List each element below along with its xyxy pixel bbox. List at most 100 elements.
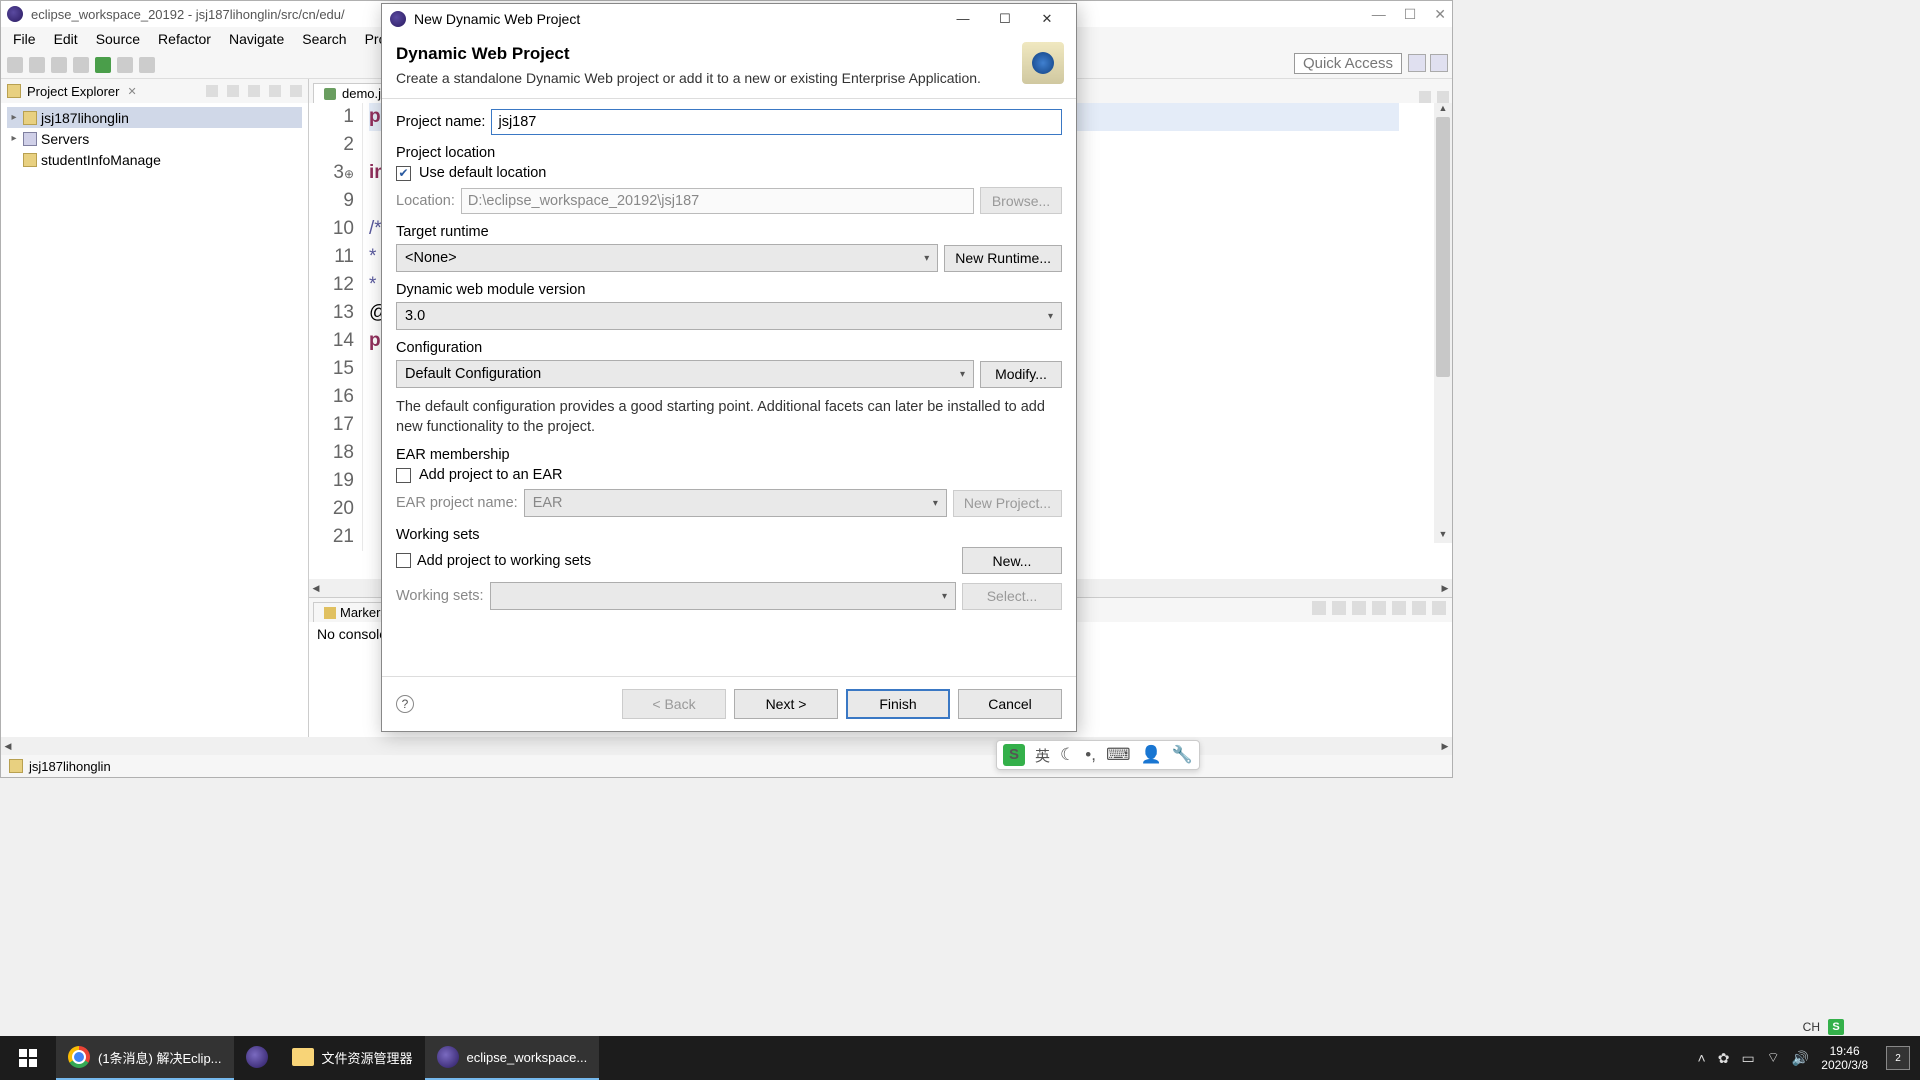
ime-toolbar[interactable]: S 英 ☾ •, ⌨ 👤 🔧 — [996, 740, 1200, 770]
tree-item-studentinfomanage[interactable]: studentInfoManage — [7, 149, 302, 170]
console-clear-icon[interactable] — [1352, 601, 1366, 615]
menu-navigate[interactable]: Navigate — [221, 29, 292, 49]
expander-icon[interactable]: ▸ — [9, 133, 19, 144]
language-indicator[interactable]: CH S — [1797, 1018, 1850, 1036]
taskbar-eclipse-running[interactable]: eclipse_workspace... — [425, 1036, 600, 1080]
use-default-location-label: Use default location — [419, 165, 546, 181]
ime-language-toggle[interactable]: 英 — [1035, 745, 1050, 766]
menu-file[interactable]: File — [5, 29, 44, 49]
view-menu-icon[interactable] — [248, 85, 260, 97]
new-runtime-button[interactable]: New Runtime... — [944, 245, 1062, 272]
dialog-close-button[interactable]: ✕ — [1026, 11, 1068, 27]
dynamic-module-select[interactable]: 3.0 ▾ — [396, 302, 1062, 330]
ear-membership-label: EAR membership — [396, 447, 1062, 463]
console-menu-icon[interactable] — [1392, 601, 1406, 615]
menu-search[interactable]: Search — [294, 29, 354, 49]
new-working-set-button[interactable]: New... — [962, 547, 1062, 574]
scroll-left-icon[interactable]: ◀ — [1, 741, 15, 752]
taskbar-chrome[interactable]: (1条消息) 解决Eclip... — [56, 1036, 234, 1080]
minimize-bottom-icon[interactable] — [1412, 601, 1426, 615]
expander-icon[interactable]: ▸ — [9, 112, 19, 123]
next-button[interactable]: Next > — [734, 689, 838, 719]
editor-vertical-scrollbar[interactable]: ▲ ▼ — [1434, 103, 1452, 543]
maximize-view-icon[interactable] — [290, 85, 302, 97]
dialog-maximize-button[interactable]: ☐ — [984, 11, 1026, 27]
configuration-select[interactable]: Default Configuration ▾ — [396, 360, 974, 388]
ime-settings-icon[interactable]: 🔧 — [1172, 745, 1193, 765]
use-default-location-checkbox[interactable]: ✔ Use default location — [396, 165, 1062, 181]
tray-wifi-icon[interactable]: ⌔ — [1767, 1049, 1780, 1067]
tray-app-icon[interactable]: ✿ — [1718, 1050, 1730, 1067]
taskbar-eclipse-pinned[interactable] — [234, 1036, 280, 1080]
ime-punct-icon[interactable]: •, — [1085, 745, 1096, 765]
scroll-up-icon[interactable]: ▲ — [1434, 103, 1452, 117]
tray-volume-icon[interactable]: 🔊 — [1792, 1050, 1809, 1067]
eclipse-close-button[interactable]: ✕ — [1434, 6, 1446, 23]
dialog-titlebar[interactable]: New Dynamic Web Project — ☐ ✕ — [382, 4, 1076, 34]
add-to-working-sets-checkbox[interactable] — [396, 553, 411, 568]
console-open-icon[interactable] — [1372, 601, 1386, 615]
ime-moon-icon[interactable]: ☾ — [1060, 745, 1075, 765]
tree-item-jsj187lihonglin[interactable]: ▸ jsj187lihonglin — [7, 107, 302, 128]
collapse-all-icon[interactable] — [206, 85, 218, 97]
toolbar-new-icon[interactable] — [7, 57, 23, 73]
fold-expand-icon[interactable]: ⊕ — [344, 167, 354, 181]
cancel-button[interactable]: Cancel — [958, 689, 1062, 719]
toolbar-run-icon[interactable] — [95, 57, 111, 73]
sogou-tray-icon[interactable]: S — [1828, 1019, 1844, 1035]
toolbar-debug-icon[interactable] — [73, 57, 89, 73]
eclipse-minimize-button[interactable]: — — [1372, 6, 1386, 23]
dialog-minimize-button[interactable]: — — [942, 11, 984, 27]
dropdown-icon: ▾ — [924, 253, 929, 264]
target-runtime-select[interactable]: <None> ▾ — [396, 244, 938, 272]
minimize-editor-icon[interactable] — [1419, 91, 1431, 103]
toolbar-stop-icon[interactable] — [117, 57, 133, 73]
toolbar-saveall-icon[interactable] — [51, 57, 67, 73]
perspective-javaee-icon[interactable] — [1408, 54, 1426, 72]
scroll-right-icon[interactable]: ▶ — [1438, 583, 1452, 594]
maximize-bottom-icon[interactable] — [1432, 601, 1446, 615]
link-editor-icon[interactable] — [227, 85, 239, 97]
console-pin-icon[interactable] — [1312, 601, 1326, 615]
maximize-editor-icon[interactable] — [1437, 91, 1449, 103]
scroll-down-icon[interactable]: ▼ — [1434, 529, 1452, 543]
checkbox-checked-icon[interactable]: ✔ — [396, 166, 411, 181]
window-horizontal-scrollbar[interactable]: ◀ ▶ — [1, 737, 1452, 755]
dropdown-icon: ▾ — [1048, 311, 1053, 322]
minimize-view-icon[interactable] — [269, 85, 281, 97]
perspective-other-icon[interactable] — [1430, 54, 1448, 72]
tray-chevron-icon[interactable]: ˄ — [1698, 1050, 1706, 1066]
finish-button[interactable]: Finish — [846, 689, 950, 719]
menu-source[interactable]: Source — [88, 29, 148, 49]
ime-account-icon[interactable]: 👤 — [1141, 745, 1162, 765]
menu-refactor[interactable]: Refactor — [150, 29, 219, 49]
menu-edit[interactable]: Edit — [46, 29, 86, 49]
console-display-icon[interactable] — [1332, 601, 1346, 615]
toolbar-generic-icon[interactable] — [139, 57, 155, 73]
dialog-window-title: New Dynamic Web Project — [414, 11, 580, 27]
scrollbar-thumb[interactable] — [1436, 117, 1450, 377]
checkbox-unchecked-icon[interactable] — [396, 468, 411, 483]
notification-count: 2 — [1895, 1053, 1901, 1064]
project-explorer-title: Project Explorer — [27, 84, 119, 99]
tree-item-servers[interactable]: ▸ Servers — [7, 128, 302, 149]
tray-battery-icon[interactable]: ▭ — [1741, 1050, 1754, 1067]
add-to-ear-checkbox[interactable]: Add project to an EAR — [396, 467, 1062, 483]
help-icon[interactable]: ? — [396, 695, 414, 713]
new-dynamic-web-project-dialog: New Dynamic Web Project — ☐ ✕ Dynamic We… — [381, 3, 1077, 732]
project-name-input[interactable] — [491, 109, 1062, 135]
scroll-left-icon[interactable]: ◀ — [309, 583, 323, 594]
sogou-logo-icon[interactable]: S — [1003, 744, 1025, 766]
scroll-right-icon[interactable]: ▶ — [1438, 741, 1452, 752]
notification-center-button[interactable]: 2 — [1886, 1046, 1910, 1070]
quick-access-input[interactable]: Quick Access — [1294, 53, 1402, 74]
toolbar-save-icon[interactable] — [29, 57, 45, 73]
modify-button[interactable]: Modify... — [980, 361, 1062, 388]
language-code[interactable]: CH — [1803, 1020, 1820, 1034]
start-button[interactable] — [0, 1036, 56, 1080]
project-explorer-close-icon[interactable]: ✕ — [127, 85, 136, 98]
taskbar-clock[interactable]: 19:46 2020/3/8 — [1821, 1044, 1868, 1073]
eclipse-maximize-button[interactable]: ☐ — [1404, 6, 1417, 23]
taskbar-file-explorer[interactable]: 文件资源管理器 — [280, 1036, 425, 1080]
ime-keyboard-icon[interactable]: ⌨ — [1106, 745, 1131, 765]
